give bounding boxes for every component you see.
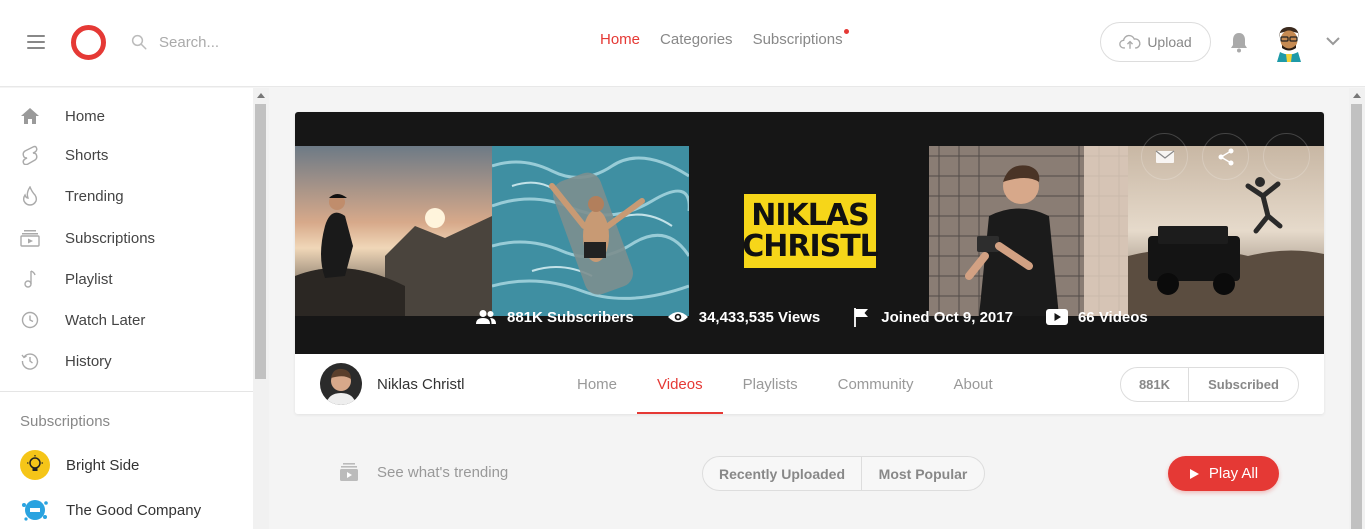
cloud-upload-icon [1119, 34, 1141, 49]
shorts-icon [20, 145, 40, 165]
scroll-up-arrow[interactable] [257, 93, 265, 98]
most-popular-button[interactable]: Most Popular [862, 457, 984, 490]
channel-stats: 881K Subscribers 34,433,535 Views Joined… [475, 307, 1181, 327]
sidebar-item-label: Watch Later [65, 311, 146, 329]
views-stat-label: 34,433,535 Views [698, 308, 821, 326]
see-trending-label: See what's trending [377, 463, 509, 481]
sidebar-item-subscriptions[interactable]: Subscriptions [0, 218, 253, 258]
play-all-label: Play All [1208, 465, 1259, 482]
stat-joined: Joined Oct 9, 2017 [853, 307, 1013, 327]
search-input[interactable] [159, 33, 319, 51]
joined-stat-label: Joined Oct 9, 2017 [881, 308, 1013, 326]
tab-community[interactable]: Community [818, 354, 934, 414]
search-bar [130, 30, 330, 54]
sidebar-item-shorts[interactable]: Shorts [0, 135, 253, 175]
nav-home[interactable]: Home [600, 31, 640, 48]
nav-subscriptions-label: Subscriptions [752, 31, 843, 48]
nav-subscriptions[interactable]: Subscriptions [752, 29, 849, 48]
avatar[interactable] [1271, 24, 1307, 62]
sidebar-item-label: Shorts [65, 146, 109, 164]
music-note-icon [20, 269, 40, 289]
share-icon[interactable] [1202, 133, 1249, 180]
tab-videos[interactable]: Videos [637, 354, 723, 414]
history-icon [20, 351, 40, 371]
people-icon [476, 310, 496, 324]
channel-tabs: Home Videos Playlists Community About [557, 354, 1013, 414]
stat-subscribers: 881K Subscribers [475, 309, 634, 326]
stat-views: 34,433,535 Views [667, 308, 821, 326]
subscription-label: The Good Company [66, 501, 202, 519]
channel-bar: Niklas Christl Home Videos Playlists Com… [295, 354, 1324, 414]
play-icon [1189, 468, 1199, 479]
see-trending-link[interactable]: See what's trending [338, 462, 508, 482]
sidebar-item-trending[interactable]: Trending [0, 176, 253, 216]
chevron-down-icon[interactable] [1325, 35, 1341, 47]
eye-icon [667, 312, 688, 322]
sidebar-item-label: History [65, 352, 112, 370]
sidebar-item-home[interactable]: Home [0, 96, 253, 136]
main-scroll-thumb[interactable] [1351, 104, 1362, 529]
subscription-label: Bright Side [66, 456, 140, 474]
sidebar-scrollbar[interactable] [253, 88, 269, 529]
subscriptions-icon [340, 463, 358, 481]
stat-videos: 66 Videos [1045, 308, 1148, 326]
video-play-icon [1045, 309, 1068, 325]
subscribers-stat-label: 881K Subscribers [507, 308, 634, 326]
menu-icon[interactable] [27, 35, 45, 49]
top-bar: Home Categories Subscriptions Upload [0, 0, 1365, 87]
clock-icon [20, 310, 40, 330]
sidebar-item-watch-later[interactable]: Watch Later [0, 300, 253, 340]
notification-dot [843, 29, 849, 34]
sidebar-item-label: Home [65, 107, 106, 125]
sidebar: Home Shorts Trending Subscriptions Playl… [0, 88, 253, 529]
videos-stat-label: 66 Videos [1077, 308, 1148, 326]
channel-header: NIKLAS CHRISTL 881K Subscribers 34,433,5… [295, 112, 1324, 414]
main-scrollbar[interactable] [1349, 88, 1365, 529]
banner-photo-sunset [295, 146, 492, 316]
subscriber-count[interactable]: 881K [1121, 368, 1189, 401]
channel-banner: NIKLAS CHRISTL 881K Subscribers 34,433,5… [295, 112, 1324, 354]
sort-filter-group: Recently Uploaded Most Popular [702, 456, 985, 491]
sidebar-item-label: Subscriptions [65, 229, 156, 247]
play-all-button[interactable]: Play All [1168, 456, 1279, 491]
logo-icon[interactable] [71, 25, 106, 60]
banner-logo-line1: NIKLAS [751, 198, 869, 233]
tab-home[interactable]: Home [557, 354, 637, 414]
sidebar-item-playlist[interactable]: Playlist [0, 259, 253, 299]
banner-photo-pool [492, 146, 689, 316]
banner-logo-line2: CHRISTL [742, 229, 879, 264]
sidebar-item-history[interactable]: History [0, 341, 253, 381]
nav-categories[interactable]: Categories [660, 31, 733, 48]
subscription-the-good-company[interactable]: The Good Company [0, 490, 253, 529]
sidebar-scroll-thumb[interactable] [255, 104, 266, 379]
channel-banner-logo: NIKLAS CHRISTL [742, 194, 879, 268]
banner-photo-camera [929, 146, 1128, 316]
sidebar-item-label: Playlist [65, 270, 113, 288]
mail-icon[interactable] [1141, 133, 1188, 180]
search-icon[interactable] [130, 33, 148, 51]
more-options-icon[interactable] [1263, 133, 1310, 180]
flame-icon [20, 186, 40, 206]
subscriptions-icon [20, 228, 40, 248]
subscribe-group: 881K Subscribed [1120, 367, 1299, 402]
subscription-bright-side[interactable]: Bright Side [0, 445, 253, 485]
tab-playlists[interactable]: Playlists [723, 354, 818, 414]
upload-label: Upload [1147, 34, 1192, 50]
home-icon [20, 106, 40, 126]
scroll-up-arrow[interactable] [1353, 93, 1361, 98]
recently-uploaded-button[interactable]: Recently Uploaded [703, 457, 862, 490]
the-good-company-avatar [20, 495, 50, 525]
channel-name[interactable]: Niklas Christl [377, 376, 465, 393]
bell-icon[interactable] [1229, 31, 1249, 53]
sidebar-divider [0, 391, 253, 392]
sidebar-item-label: Trending [65, 187, 124, 205]
upload-button[interactable]: Upload [1100, 22, 1211, 62]
bright-side-avatar [20, 450, 50, 480]
top-nav: Home Categories Subscriptions [600, 29, 863, 48]
channel-avatar[interactable] [320, 363, 362, 405]
tab-about[interactable]: About [933, 354, 1012, 414]
subscriptions-heading: Subscriptions [20, 413, 111, 430]
flag-icon [854, 308, 869, 327]
subscribed-button[interactable]: Subscribed [1189, 368, 1298, 401]
